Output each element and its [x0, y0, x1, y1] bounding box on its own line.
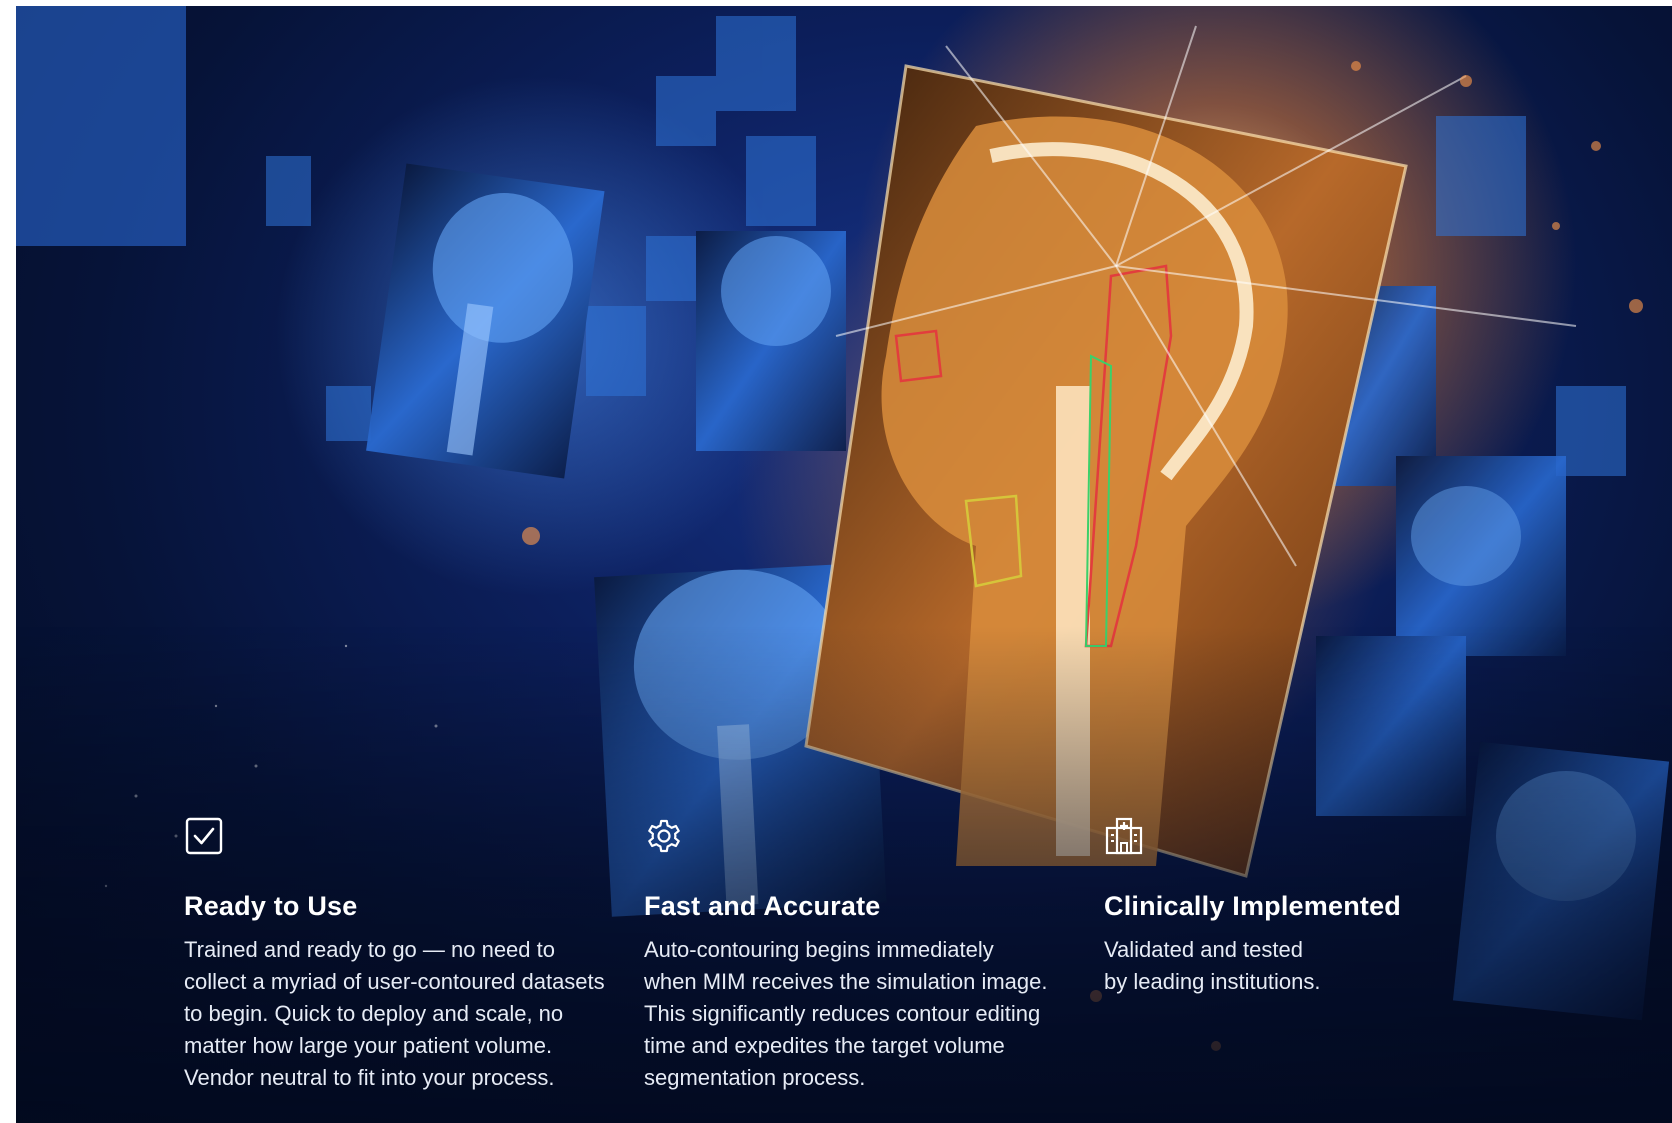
hospital-icon: [1105, 817, 1143, 855]
feature-description: Validated and tested by leading institut…: [1104, 937, 1321, 994]
feature-description: Auto-contouring begins immediately when …: [644, 937, 1048, 1090]
feature-title: Ready to Use: [184, 891, 358, 921]
feature-ready-to-use: Ready to Use Trained and ready to go — n…: [184, 816, 624, 1094]
feature-clinically-implemented: Clinically Implemented Validated and tes…: [1104, 816, 1524, 998]
hero-banner: Ready to Use Trained and ready to go — n…: [16, 6, 1672, 1123]
blue-scan-panel-mid: [696, 231, 846, 451]
blur-light: [16, 6, 186, 246]
feature-title: Fast and Accurate: [644, 891, 881, 921]
checkbox-check-icon: [185, 817, 223, 855]
feature-fast-and-accurate: Fast and Accurate Auto-contouring begins…: [644, 816, 1084, 1094]
gear-icon: [648, 819, 680, 853]
blue-scan-panel-left: [366, 163, 605, 479]
feature-description: Trained and ready to go — no need to col…: [184, 937, 605, 1090]
page: Ready to Use Trained and ready to go — n…: [0, 0, 1672, 1123]
feature-title: Clinically Implemented: [1104, 891, 1401, 921]
